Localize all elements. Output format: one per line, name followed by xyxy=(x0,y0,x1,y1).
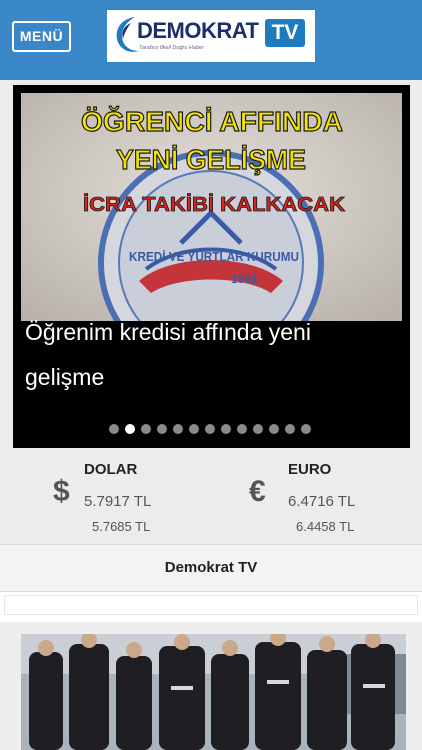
section-header[interactable]: Demokrat TV xyxy=(0,544,422,592)
slider-dot[interactable] xyxy=(285,424,295,434)
slider-dot[interactable] xyxy=(125,424,135,434)
dollar-value-buy: 5.7685 TL xyxy=(92,519,151,534)
slider-dot[interactable] xyxy=(141,424,151,434)
news-slider[interactable]: ÖĞRENCİ AFFINDA YENİ GELİŞME İCRA TAKİBİ… xyxy=(13,85,410,448)
top-header: MENÜ DEMOKRAT TV Tarafsız İlkeli Doğru H… xyxy=(0,0,422,80)
slide-title-line1: ÖĞRENCİ AFFINDA xyxy=(81,106,343,137)
euro-icon: € xyxy=(249,475,266,508)
news-card[interactable] xyxy=(0,622,422,750)
dollar-icon: $ xyxy=(53,475,70,508)
logo-brand-text: DEMOKRAT xyxy=(137,18,259,43)
slider-dot[interactable] xyxy=(237,424,247,434)
slide-title-line2: YENİ GELİŞME xyxy=(116,144,306,175)
seal-caption: KREDİ VE YURTLAR KURUMU xyxy=(129,249,299,264)
slider-dot[interactable] xyxy=(189,424,199,434)
slider-dot[interactable] xyxy=(109,424,119,434)
slider-dot[interactable] xyxy=(221,424,231,434)
euro-value-buy: 6.4458 TL xyxy=(296,519,355,534)
currency-panel: DOLAR $ 5.7917 TL 5.7685 TL EURO € 6.471… xyxy=(0,452,422,544)
slider-dot[interactable] xyxy=(253,424,263,434)
slide-banner-text: İCRA TAKİBİ KALKACAK xyxy=(83,193,346,216)
slider-dot[interactable] xyxy=(173,424,183,434)
euro-title: EURO xyxy=(288,461,332,478)
dollar-title: DOLAR xyxy=(84,461,138,478)
news-card-image[interactable] xyxy=(21,634,406,750)
slide-artwork: ÖĞRENCİ AFFINDA YENİ GELİŞME İCRA TAKİBİ… xyxy=(21,93,402,321)
slider-dot[interactable] xyxy=(269,424,279,434)
logo-tv-badge: TV xyxy=(265,19,305,47)
dollar-value-sell: 5.7917 TL xyxy=(84,493,152,510)
seal-year: 1961 xyxy=(231,272,258,286)
slider-dot[interactable] xyxy=(157,424,167,434)
site-logo[interactable]: DEMOKRAT TV Tarafsız İlkeli Doğru Haber xyxy=(107,10,315,62)
empty-strip xyxy=(0,592,422,622)
slider-dot[interactable] xyxy=(301,424,311,434)
slide-image[interactable]: ÖĞRENCİ AFFINDA YENİ GELİŞME İCRA TAKİBİ… xyxy=(21,93,402,321)
empty-box xyxy=(4,595,418,615)
news-card-photo xyxy=(21,634,406,750)
slide-headline[interactable]: Öğrenim kredisi affında yeni gelişme xyxy=(25,310,395,400)
section-title: Demokrat TV xyxy=(164,559,258,576)
slider-dot[interactable] xyxy=(205,424,215,434)
menu-button[interactable]: MENÜ xyxy=(12,21,71,52)
euro-value-sell: 6.4716 TL xyxy=(288,493,356,510)
logo-tagline: Tarafsız İlkeli Doğru Haber xyxy=(139,45,204,51)
